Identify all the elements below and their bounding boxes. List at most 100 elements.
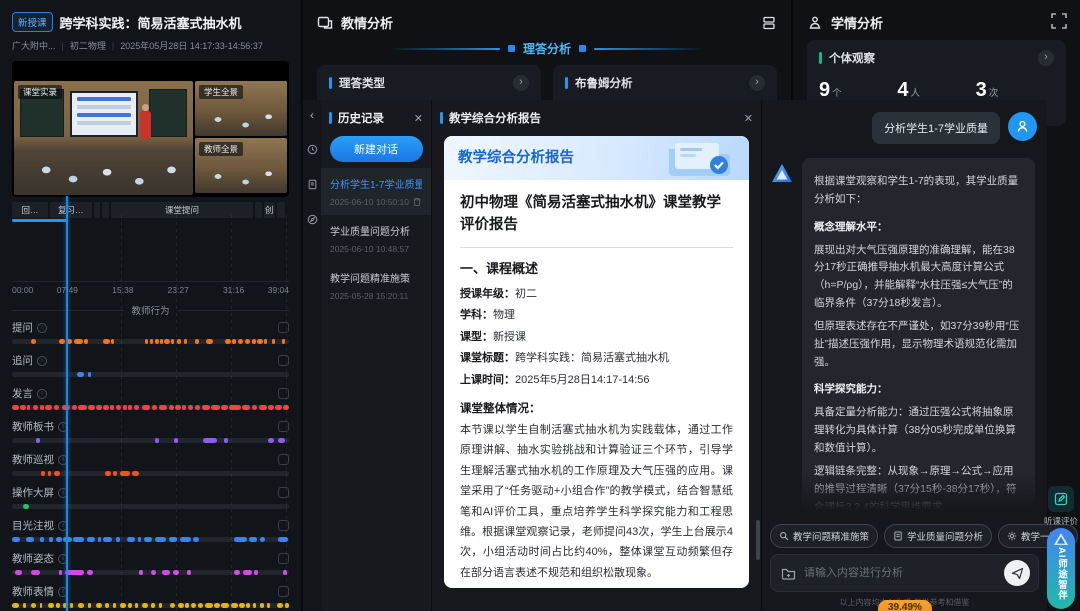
track-event[interactable] [59,570,62,575]
track-event[interactable] [239,603,245,608]
video-teacher[interactable]: 教师全景 [195,138,287,193]
track-event[interactable] [264,339,267,344]
track-event[interactable] [23,504,29,509]
track-event[interactable] [12,537,20,542]
track-event[interactable] [278,438,285,443]
track-bar[interactable] [12,570,289,575]
track-event[interactable] [56,537,62,542]
track-event[interactable] [283,405,289,410]
track-event[interactable] [169,405,175,410]
track-event[interactable] [59,339,65,344]
track-event[interactable] [193,537,199,542]
track-event[interactable] [23,603,26,608]
chevron-right-icon[interactable]: › [1038,50,1054,66]
track-event[interactable] [195,405,201,410]
track-event[interactable] [78,405,86,410]
track-event[interactable] [31,603,35,608]
chapter-segment[interactable] [255,202,262,218]
new-chat-button[interactable]: 新建对话 [330,136,423,162]
track-event[interactable] [84,339,88,344]
track-event[interactable] [252,339,256,344]
track-event[interactable] [155,438,159,443]
track-event[interactable] [88,372,91,377]
track-event[interactable] [72,405,78,410]
track-event[interactable] [191,603,197,608]
track-event[interactable] [135,603,138,608]
track-event[interactable] [40,537,44,542]
track-event[interactable] [145,339,148,344]
track-event[interactable] [169,537,177,542]
chevron-right-icon[interactable]: › [513,75,529,91]
track-event[interactable] [78,603,84,608]
track-event[interactable] [67,339,71,344]
track-checkbox[interactable] [278,355,289,366]
close-icon[interactable]: ✕ [414,112,423,125]
track-event[interactable] [249,537,257,542]
track-event[interactable] [151,603,155,608]
track-event[interactable] [177,339,181,344]
track-event[interactable] [275,405,282,410]
track-event[interactable] [187,570,191,575]
track-event[interactable] [56,603,59,608]
ai-companion-button[interactable]: AI师途智伴 [1047,528,1075,609]
track-event[interactable] [33,405,39,410]
suggestion-chip[interactable]: 学业质量问题分析 [884,524,992,548]
track-checkbox[interactable] [278,388,289,399]
track-event[interactable] [20,405,26,410]
track-event[interactable] [277,603,284,608]
report-card[interactable]: 教学综合分析报告 初中物理《简易活塞式抽水机》课堂教学评价报告 一、课程概述 授… [444,136,749,588]
track-bar[interactable] [12,372,289,377]
track-event[interactable] [238,339,244,344]
track-event[interactable] [173,570,179,575]
history-item[interactable]: 学业质量问题分析2025-06-10 10:48:57 [321,215,431,262]
track-event[interactable] [234,570,240,575]
track-event[interactable] [178,603,184,608]
history-item[interactable]: 教学问题精准施策2025-05-28 15:20:11 [321,262,431,309]
video-player[interactable]: 课堂实录 学生全景 教师全景 [12,61,289,197]
track-event[interactable] [12,603,19,608]
playhead[interactable] [66,196,68,611]
track-event[interactable] [245,339,251,344]
track-event[interactable] [268,405,274,410]
track-event[interactable] [234,537,248,542]
track-event[interactable] [128,405,131,410]
track-event[interactable] [229,405,240,410]
track-bar[interactable] [12,438,289,443]
chat-input-box[interactable] [770,554,1039,592]
track-event[interactable] [252,405,258,410]
trash-icon[interactable] [412,197,422,207]
track-event[interactable] [175,405,181,410]
track-bar[interactable] [12,603,289,608]
history-icon[interactable] [307,144,318,155]
info-icon[interactable]: i [37,356,47,366]
track-event[interactable] [105,471,111,476]
track-event[interactable] [132,471,139,476]
track-event[interactable] [123,405,127,410]
track-event[interactable] [88,603,91,608]
track-event[interactable] [162,570,170,575]
track-event[interactable] [195,339,199,344]
track-event[interactable] [116,537,120,542]
track-event[interactable] [31,570,39,575]
track-event[interactable] [113,471,117,476]
track-event[interactable] [134,405,140,410]
track-checkbox[interactable] [278,586,289,597]
tab-lida-analysis[interactable]: 理答分析 [303,40,791,57]
track-event[interactable] [206,339,213,344]
track-event[interactable] [70,603,73,608]
track-event[interactable] [138,537,141,542]
chapter-segment[interactable]: 回… [12,202,48,218]
track-checkbox[interactable] [278,553,289,564]
timeline-chart[interactable] [12,224,289,282]
suggestion-chip[interactable]: 教学问题精准施策 [770,524,878,548]
track-event[interactable] [152,405,158,410]
track-event[interactable] [185,603,189,608]
track-event[interactable] [155,537,166,542]
track-event[interactable] [180,537,191,542]
track-event[interactable] [54,405,60,410]
track-event[interactable] [283,570,286,575]
track-event[interactable] [254,570,257,575]
track-event[interactable] [111,339,114,344]
track-event[interactable] [74,339,82,344]
chapter-segment[interactable] [277,202,285,218]
